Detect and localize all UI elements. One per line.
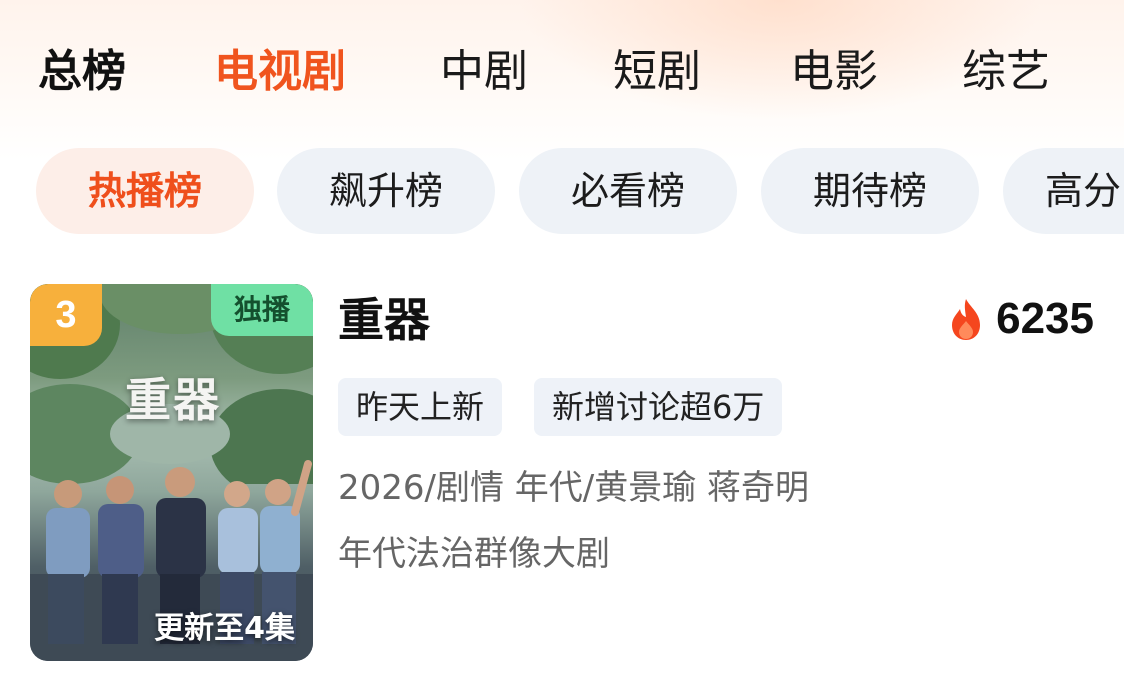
tab-short-series[interactable]: 短剧 <box>613 40 701 104</box>
rank-badge: 3 <box>30 284 102 346</box>
drama-title[interactable]: 重器 <box>338 290 430 350</box>
heat-score: 6235 <box>948 292 1094 346</box>
rank-tabs: 热播榜 飙升榜 必看榜 期待榜 高分 <box>0 148 1124 234</box>
drama-description: 年代法治群像大剧 <box>338 534 610 574</box>
tab-variety[interactable]: 综艺 <box>962 40 1050 104</box>
tab-mid-series[interactable]: 中剧 <box>440 40 528 104</box>
poster-title-art: 重器 <box>125 373 221 427</box>
rank-tab-hot[interactable]: 热播榜 <box>36 148 254 234</box>
rank-tab-anticipated[interactable]: 期待榜 <box>761 148 979 234</box>
tab-movie[interactable]: 电影 <box>790 40 878 104</box>
category-tabs: 总榜 电视剧 中剧 短剧 电影 综艺 <box>0 40 1124 104</box>
heat-value: 6235 <box>996 294 1094 343</box>
tab-tv-series[interactable]: 电视剧 <box>214 40 346 104</box>
exclusive-badge: 独播 <box>211 284 313 336</box>
drama-meta: 2026/剧情 年代/黄景瑜 蒋奇明 <box>338 468 810 508</box>
drama-poster[interactable]: 重器 3 独播 更新至4集 <box>30 284 313 661</box>
tag-new-yesterday: 昨天上新 <box>338 378 503 436</box>
tab-overall[interactable]: 总榜 <box>38 40 126 104</box>
flame-icon <box>952 299 981 340</box>
rank-tab-high-score[interactable]: 高分 <box>1003 148 1124 234</box>
tag-discussion: 新增讨论超6万 <box>534 378 783 436</box>
rank-tab-rising[interactable]: 飙升榜 <box>277 148 495 234</box>
episode-status: 更新至4集 <box>154 611 295 646</box>
rank-tab-must-watch[interactable]: 必看榜 <box>519 148 737 234</box>
